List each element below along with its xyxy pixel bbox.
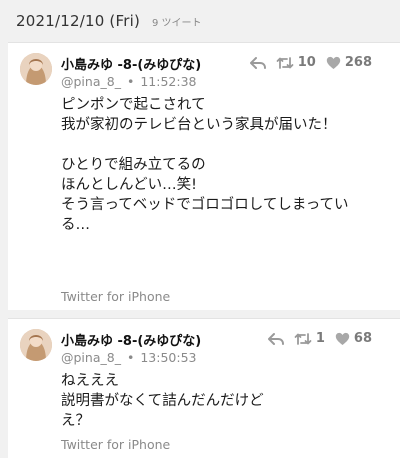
tweet-line: 我が家初のテレビ台という家具が届いた！	[61, 117, 337, 133]
tweet-line: ほんとしんどい…笑!	[61, 177, 197, 193]
tweet-line: 説明書がなくて詰んだんだけど	[61, 393, 264, 409]
reply-icon	[267, 332, 284, 346]
tweet-count: 9 ツイート	[152, 17, 202, 29]
date-label: 2021/12/10 (Fri)	[16, 12, 140, 30]
tweet-card[interactable]: 小島みゆ -8-(みゆぴな) @pina_8_ • 11:52:38 10 268 …	[8, 42, 400, 310]
tweet-time[interactable]: 13:50:53	[140, 350, 196, 365]
tweet-text: ピンポンで起こされて 我が家初のテレビ台という家具が届いた！ ひとりで組み立てる…	[61, 95, 391, 235]
tweet-line: ひとりで組み立てるの	[61, 157, 206, 173]
tweet-actions: 10 268	[249, 55, 372, 70]
like-count: 68	[353, 331, 372, 346]
tweet-line	[61, 135, 391, 155]
avatar[interactable]	[20, 329, 52, 361]
tweet-line: そう言ってベッドでゴロゴロしてしまってい	[61, 197, 349, 213]
like-icon	[335, 332, 350, 346]
tweet-line: ねえええ	[61, 373, 119, 389]
reply-icon	[249, 56, 266, 70]
retweet-button[interactable]: 10	[276, 55, 316, 70]
retweet-button[interactable]: 1	[294, 331, 325, 346]
reply-button[interactable]	[267, 332, 284, 346]
like-button[interactable]: 68	[335, 331, 372, 346]
tweet-meta: @pina_8_ • 13:50:53	[61, 350, 197, 365]
tweet-actions: 1 68	[267, 331, 372, 346]
author-name[interactable]: 小島みゆ -8-(みゆぴな)	[61, 330, 201, 349]
like-icon	[326, 56, 341, 70]
like-count: 268	[344, 55, 372, 70]
tweet-card[interactable]: 小島みゆ -8-(みゆぴな) @pina_8_ • 13:50:53 1 68 ねえ…	[8, 318, 400, 458]
retweet-count: 10	[297, 55, 316, 70]
author-handle[interactable]: @pina_8_	[61, 74, 121, 89]
tweet-line: る…	[61, 217, 90, 233]
like-button[interactable]: 268	[326, 55, 372, 70]
tweet-text: ねえええ 説明書がなくて詰んだんだけど え？	[61, 371, 391, 431]
retweet-icon	[294, 332, 312, 346]
tweet-time[interactable]: 11:52:38	[140, 74, 196, 89]
tweet-line: え？	[61, 413, 90, 429]
avatar[interactable]	[20, 53, 52, 85]
author-handle[interactable]: @pina_8_	[61, 350, 121, 365]
reply-button[interactable]	[249, 56, 266, 70]
tweet-meta: @pina_8_ • 11:52:38	[61, 74, 197, 89]
tweet-source: Twitter for iPhone	[61, 437, 171, 452]
date-header: 2021/12/10 (Fri) 9 ツイート	[0, 0, 400, 42]
retweet-icon	[276, 56, 294, 70]
tweet-line: ピンポンで起こされて	[61, 97, 206, 113]
author-name[interactable]: 小島みゆ -8-(みゆぴな)	[61, 54, 201, 73]
retweet-count: 1	[315, 331, 325, 346]
tweet-source: Twitter for iPhone	[61, 289, 171, 304]
